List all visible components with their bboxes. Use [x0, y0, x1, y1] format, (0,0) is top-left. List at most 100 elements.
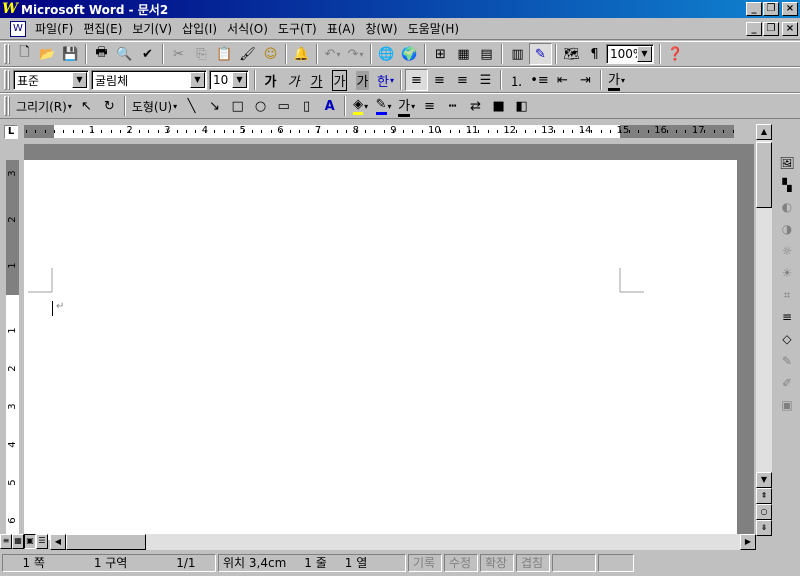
- paste-icon[interactable]: 📋: [213, 43, 236, 65]
- horizontal-scroll-thumb[interactable]: [66, 534, 146, 550]
- shadow-icon[interactable]: ■: [487, 95, 510, 117]
- doc-close-button[interactable]: ×: [782, 22, 798, 36]
- restore-button[interactable]: ❐: [763, 2, 779, 16]
- hyperlink-icon[interactable]: 🌐: [375, 43, 398, 65]
- undo-icon[interactable]: ↶ ▾: [321, 43, 344, 65]
- menu-window[interactable]: 창(W): [360, 20, 402, 38]
- status-rec[interactable]: 기록: [408, 554, 442, 572]
- decrease-indent-icon[interactable]: ⇤: [551, 69, 574, 91]
- browse-object-icon[interactable]: ○: [756, 504, 772, 520]
- web-toolbar-icon[interactable]: 🌍: [398, 43, 421, 65]
- arrow-style-icon[interactable]: ⇄: [464, 95, 487, 117]
- save-icon[interactable]: 💾: [59, 43, 82, 65]
- font-size-select[interactable]: 10 ▼: [209, 70, 249, 90]
- wordart-icon[interactable]: A: [318, 95, 341, 117]
- print-layout-icon[interactable]: ▣: [24, 534, 36, 549]
- less-brightness-icon[interactable]: ☀: [776, 262, 798, 284]
- menu-file[interactable]: 파일(F): [30, 20, 78, 38]
- toolbar-grip[interactable]: [4, 70, 10, 90]
- normal-view-icon[interactable]: ≡: [0, 534, 12, 549]
- menu-table[interactable]: 표(A): [322, 20, 361, 38]
- web-layout-icon[interactable]: ▦: [12, 534, 24, 549]
- document-icon[interactable]: W: [10, 21, 26, 37]
- scroll-right-icon[interactable]: ▶: [740, 534, 756, 550]
- toolbar-grip[interactable]: [4, 96, 10, 116]
- document-area[interactable]: ↵: [24, 144, 754, 540]
- style-select[interactable]: 표준 ▼: [13, 70, 89, 90]
- new-document-icon[interactable]: 🗋: [13, 43, 36, 65]
- fill-color-icon[interactable]: ◈ ▾: [349, 95, 372, 117]
- menu-help[interactable]: 도움말(H): [403, 20, 465, 38]
- menu-tools[interactable]: 도구(T): [273, 20, 322, 38]
- char-border-button[interactable]: 가: [328, 69, 351, 91]
- numbering-icon[interactable]: ⒈: [505, 69, 528, 91]
- scroll-down-icon[interactable]: ▼: [756, 472, 772, 488]
- zoom-select[interactable]: 100% ▼: [606, 44, 654, 64]
- draw-menu-button[interactable]: 그리기(R) ▾: [13, 95, 75, 117]
- chevron-down-icon[interactable]: ▼: [72, 72, 87, 88]
- line-icon[interactable]: ╲: [180, 95, 203, 117]
- outline-view-icon[interactable]: ☰: [36, 534, 48, 549]
- document-map-icon[interactable]: 🗺: [560, 43, 583, 65]
- show-hide-icon[interactable]: ¶: [583, 43, 606, 65]
- align-left-icon[interactable]: ≡: [405, 69, 428, 91]
- align-right-icon[interactable]: ≡: [451, 69, 474, 91]
- line-style-icon[interactable]: ≡: [418, 95, 441, 117]
- less-contrast-icon[interactable]: ◑: [776, 218, 798, 240]
- vertical-scrollbar[interactable]: ▲ ▼ ⇞ ○ ⇟: [756, 124, 772, 536]
- menu-insert[interactable]: 삽입(I): [177, 20, 222, 38]
- print-preview-icon[interactable]: 🔍: [113, 43, 136, 65]
- open-folder-icon[interactable]: 📂: [36, 43, 59, 65]
- doc-minimize-button[interactable]: _: [746, 22, 762, 36]
- image-control-icon[interactable]: ▚: [776, 174, 798, 196]
- chevron-down-icon[interactable]: ▼: [637, 46, 652, 62]
- insert-excel-icon[interactable]: ▤: [475, 43, 498, 65]
- chevron-down-icon[interactable]: ▼: [232, 72, 247, 88]
- redo-icon[interactable]: ↷ ▾: [344, 43, 367, 65]
- insert-picture-icon[interactable]: 🖼: [776, 152, 798, 174]
- reset-picture-icon[interactable]: ▣: [776, 394, 798, 416]
- doc-restore-button[interactable]: ❐: [763, 22, 779, 36]
- italic-button[interactable]: 가: [282, 69, 305, 91]
- vertical-ruler[interactable]: 3 2 1 1 2 3 4 5 6: [6, 160, 19, 535]
- document-page[interactable]: ↵: [24, 160, 737, 540]
- status-ext[interactable]: 확장: [480, 554, 514, 572]
- more-contrast-icon[interactable]: ◐: [776, 196, 798, 218]
- line-style-panel-icon[interactable]: ≡: [776, 306, 798, 328]
- minimize-button[interactable]: _: [746, 2, 762, 16]
- free-rotate-icon[interactable]: ↻: [98, 95, 121, 117]
- status-trk[interactable]: 수정: [444, 554, 478, 572]
- spelling-icon[interactable]: ✔: [136, 43, 159, 65]
- oval-icon[interactable]: ○: [249, 95, 272, 117]
- bold-button[interactable]: 가: [259, 69, 282, 91]
- menu-edit[interactable]: 편집(E): [78, 20, 127, 38]
- arrow-icon[interactable]: ↘: [203, 95, 226, 117]
- smiley-icon[interactable]: ☺: [259, 43, 282, 65]
- dash-style-icon[interactable]: ┅: [441, 95, 464, 117]
- scroll-left-icon[interactable]: ◀: [50, 534, 66, 550]
- set-transparent-icon[interactable]: ✐: [776, 372, 798, 394]
- columns-icon[interactable]: ▥: [506, 43, 529, 65]
- align-justify-icon[interactable]: ☰: [474, 69, 497, 91]
- previous-page-icon[interactable]: ⇞: [756, 488, 772, 504]
- select-objects-icon[interactable]: ↖: [75, 95, 98, 117]
- word-app-icon[interactable]: W: [2, 1, 18, 17]
- underline-button[interactable]: 가: [305, 69, 328, 91]
- format-painter-icon[interactable]: 🖌: [236, 43, 259, 65]
- scroll-thumb[interactable]: [756, 142, 772, 208]
- 3d-icon[interactable]: ◧: [510, 95, 533, 117]
- menu-view[interactable]: 보기(V): [127, 20, 177, 38]
- crop-icon[interactable]: ⌗: [776, 284, 798, 306]
- text-box-icon[interactable]: ▭: [272, 95, 295, 117]
- close-button[interactable]: ×: [782, 2, 798, 16]
- autoshapes-button[interactable]: 도형(U) ▾: [129, 95, 180, 117]
- bell-icon[interactable]: 🔔: [290, 43, 313, 65]
- vertical-text-box-icon[interactable]: ▯: [295, 95, 318, 117]
- toolbar-grip[interactable]: [4, 44, 10, 64]
- horizontal-ruler[interactable]: 1234567891011121314151617: [24, 125, 734, 138]
- line-color-icon[interactable]: ✎ ▾: [372, 95, 395, 117]
- char-shading-button[interactable]: 가: [351, 69, 374, 91]
- cut-icon[interactable]: ✂: [167, 43, 190, 65]
- phonetic-guide-button[interactable]: 한 ▾: [374, 69, 397, 91]
- draw-font-color-button[interactable]: 가 ▾: [395, 95, 418, 117]
